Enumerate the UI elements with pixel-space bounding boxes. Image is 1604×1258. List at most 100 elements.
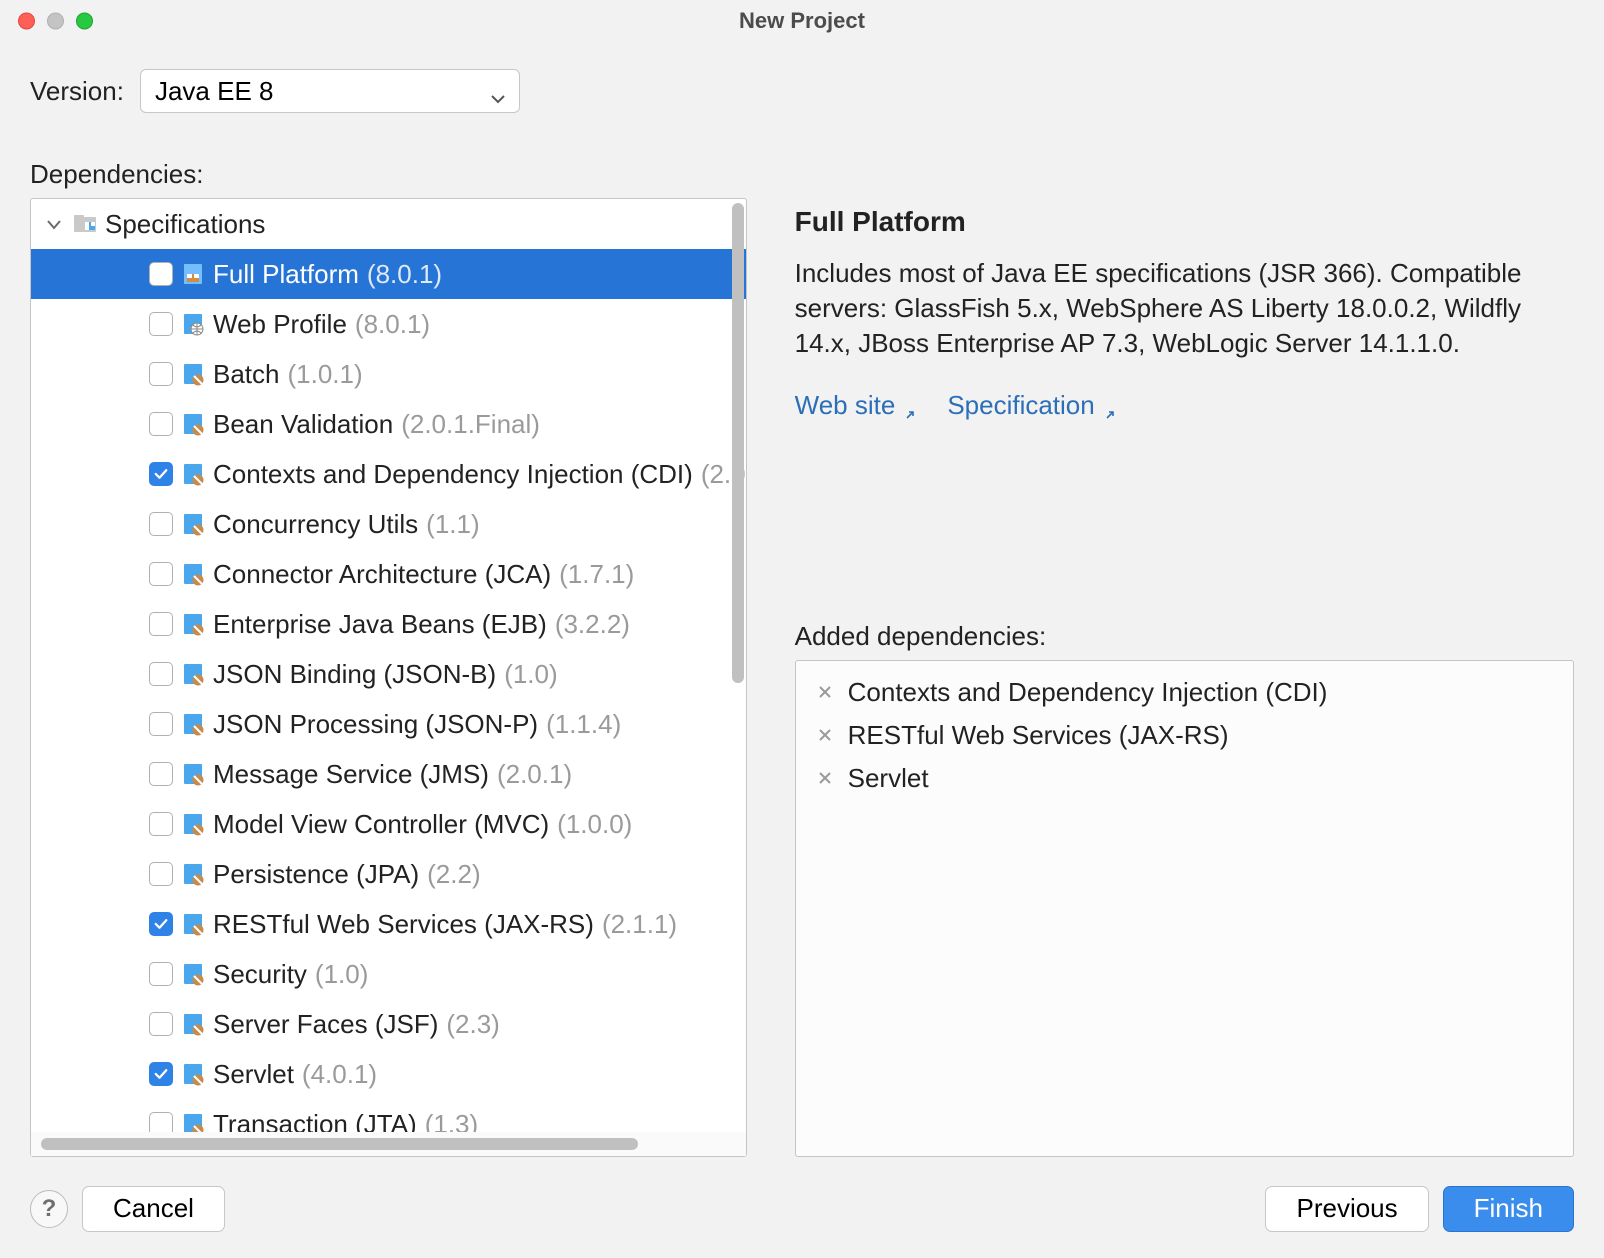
dependency-checkbox[interactable] bbox=[149, 762, 173, 786]
tree-item[interactable]: Concurrency Utils (1.1) bbox=[31, 499, 746, 549]
expand-arrow-icon[interactable] bbox=[43, 213, 65, 235]
new-project-dialog: New Project Version: Java EE 8 Dependenc… bbox=[0, 0, 1604, 1258]
website-link[interactable]: Web site bbox=[795, 390, 918, 421]
tree-item-version: (1.0) bbox=[504, 659, 557, 690]
remove-dependency-icon[interactable] bbox=[816, 683, 834, 701]
module-file-icon bbox=[181, 862, 205, 886]
tree-item-version: (2.0.1) bbox=[497, 759, 572, 790]
tree-item[interactable]: Full Platform (8.0.1) bbox=[31, 249, 746, 299]
tree-item[interactable]: Contexts and Dependency Injection (CDI) … bbox=[31, 449, 746, 499]
tree-item-label: Enterprise Java Beans (EJB) bbox=[213, 609, 547, 640]
dependency-checkbox[interactable] bbox=[149, 1012, 173, 1036]
tree-item-label: Full Platform bbox=[213, 259, 359, 290]
tree-item-version: (8.0.1) bbox=[367, 259, 442, 290]
cancel-button[interactable]: Cancel bbox=[82, 1186, 225, 1232]
tree-item-version: (1.0) bbox=[315, 959, 368, 990]
tree-item[interactable]: Bean Validation (2.0.1.Final) bbox=[31, 399, 746, 449]
tree-item-label: Concurrency Utils bbox=[213, 509, 418, 540]
added-dependency-label: RESTful Web Services (JAX-RS) bbox=[848, 720, 1229, 751]
dependency-checkbox[interactable] bbox=[149, 612, 173, 636]
added-dependency-item[interactable]: RESTful Web Services (JAX-RS) bbox=[796, 714, 1573, 757]
tree-item-label: Persistence (JPA) bbox=[213, 859, 419, 890]
added-dependency-label: Servlet bbox=[848, 763, 929, 794]
tree-item-version: (3.2.2) bbox=[555, 609, 630, 640]
dependency-checkbox[interactable] bbox=[149, 862, 173, 886]
tree-item[interactable]: Transaction (JTA) (1.3) bbox=[31, 1099, 746, 1132]
tree-item[interactable]: JSON Binding (JSON-B) (1.0) bbox=[31, 649, 746, 699]
dependency-checkbox[interactable] bbox=[149, 462, 173, 486]
folder-icon bbox=[73, 212, 97, 236]
tree-item[interactable]: Message Service (JMS) (2.0.1) bbox=[31, 749, 746, 799]
tree-item-label: Server Faces (JSF) bbox=[213, 1009, 438, 1040]
remove-dependency-icon[interactable] bbox=[816, 769, 834, 787]
tree-item[interactable]: Enterprise Java Beans (EJB) (3.2.2) bbox=[31, 599, 746, 649]
vertical-scrollbar[interactable] bbox=[732, 203, 744, 683]
detail-description: Includes most of Java EE specifications … bbox=[795, 256, 1574, 361]
module-file-icon bbox=[181, 362, 205, 386]
tree-item-label: Bean Validation bbox=[213, 409, 393, 440]
previous-button[interactable]: Previous bbox=[1265, 1186, 1428, 1232]
dependency-checkbox[interactable] bbox=[149, 512, 173, 536]
tree-item-version: (1.1.4) bbox=[546, 709, 621, 740]
details-panel: Full Platform Includes most of Java EE s… bbox=[795, 198, 1574, 1157]
dependency-checkbox[interactable] bbox=[149, 662, 173, 686]
dependency-checkbox[interactable] bbox=[149, 962, 173, 986]
added-dependency-label: Contexts and Dependency Injection (CDI) bbox=[848, 677, 1328, 708]
dependency-checkbox[interactable] bbox=[149, 262, 173, 286]
window-controls bbox=[18, 12, 93, 29]
minimize-icon[interactable] bbox=[47, 12, 64, 29]
remove-dependency-icon[interactable] bbox=[816, 726, 834, 744]
module-file-icon bbox=[181, 962, 205, 986]
tree-item-version: (2.2) bbox=[427, 859, 480, 890]
tree-item-label: JSON Binding (JSON-B) bbox=[213, 659, 496, 690]
help-button[interactable]: ? bbox=[30, 1190, 68, 1228]
tree-item[interactable]: Persistence (JPA) (2.2) bbox=[31, 849, 746, 899]
detail-title: Full Platform bbox=[795, 198, 1574, 256]
tree-item[interactable]: JSON Processing (JSON-P) (1.1.4) bbox=[31, 699, 746, 749]
tree-item-label: JSON Processing (JSON-P) bbox=[213, 709, 538, 740]
tree-item-label: Message Service (JMS) bbox=[213, 759, 489, 790]
added-dependencies-list: Contexts and Dependency Injection (CDI) R… bbox=[795, 660, 1574, 1158]
dependency-checkbox[interactable] bbox=[149, 412, 173, 436]
dependency-checkbox[interactable] bbox=[149, 812, 173, 836]
dependencies-tree[interactable]: Specifications Full Platform (8.0.1)Web … bbox=[30, 198, 747, 1157]
tree-item[interactable]: Servlet (4.0.1) bbox=[31, 1049, 746, 1099]
dependency-checkbox[interactable] bbox=[149, 1112, 173, 1132]
dialog-footer: ? Cancel Previous Finish bbox=[0, 1179, 1604, 1258]
module-file-icon bbox=[181, 1012, 205, 1036]
tree-item[interactable]: Model View Controller (MVC) (1.0.0) bbox=[31, 799, 746, 849]
tree-item-version: (2.3) bbox=[446, 1009, 499, 1040]
tree-item[interactable]: Security (1.0) bbox=[31, 949, 746, 999]
dependency-checkbox[interactable] bbox=[149, 912, 173, 936]
dependency-checkbox[interactable] bbox=[149, 1062, 173, 1086]
dependency-checkbox[interactable] bbox=[149, 562, 173, 586]
tree-item[interactable]: Connector Architecture (JCA) (1.7.1) bbox=[31, 549, 746, 599]
tree-item[interactable]: Batch (1.0.1) bbox=[31, 349, 746, 399]
dependency-checkbox[interactable] bbox=[149, 312, 173, 336]
tree-root-specifications[interactable]: Specifications bbox=[31, 199, 746, 249]
tree-item-label: Web Profile bbox=[213, 309, 347, 340]
module-file-icon bbox=[181, 662, 205, 686]
dependencies-label: Dependencies: bbox=[0, 123, 1604, 198]
module-file-icon bbox=[181, 512, 205, 536]
tree-item[interactable]: RESTful Web Services (JAX-RS) (2.1.1) bbox=[31, 899, 746, 949]
version-select[interactable]: Java EE 8 bbox=[140, 69, 520, 113]
tree-item-label: Servlet bbox=[213, 1059, 294, 1090]
horizontal-scrollbar[interactable] bbox=[31, 1132, 746, 1156]
added-dependency-item[interactable]: Contexts and Dependency Injection (CDI) bbox=[796, 671, 1573, 714]
added-dependency-item[interactable]: Servlet bbox=[796, 757, 1573, 800]
module-file-icon bbox=[181, 812, 205, 836]
finish-button[interactable]: Finish bbox=[1443, 1186, 1574, 1232]
window-title: New Project bbox=[739, 8, 865, 34]
tree-item-label: Security bbox=[213, 959, 307, 990]
tree-item-version: (1.7.1) bbox=[559, 559, 634, 590]
maximize-icon[interactable] bbox=[76, 12, 93, 29]
dependency-checkbox[interactable] bbox=[149, 712, 173, 736]
dependency-checkbox[interactable] bbox=[149, 362, 173, 386]
module-file-icon bbox=[181, 462, 205, 486]
tree-item[interactable]: Server Faces (JSF) (2.3) bbox=[31, 999, 746, 1049]
close-icon[interactable] bbox=[18, 12, 35, 29]
tree-item[interactable]: Web Profile (8.0.1) bbox=[31, 299, 746, 349]
tree-item-version: (1.0.0) bbox=[557, 809, 632, 840]
specification-link[interactable]: Specification bbox=[947, 390, 1116, 421]
